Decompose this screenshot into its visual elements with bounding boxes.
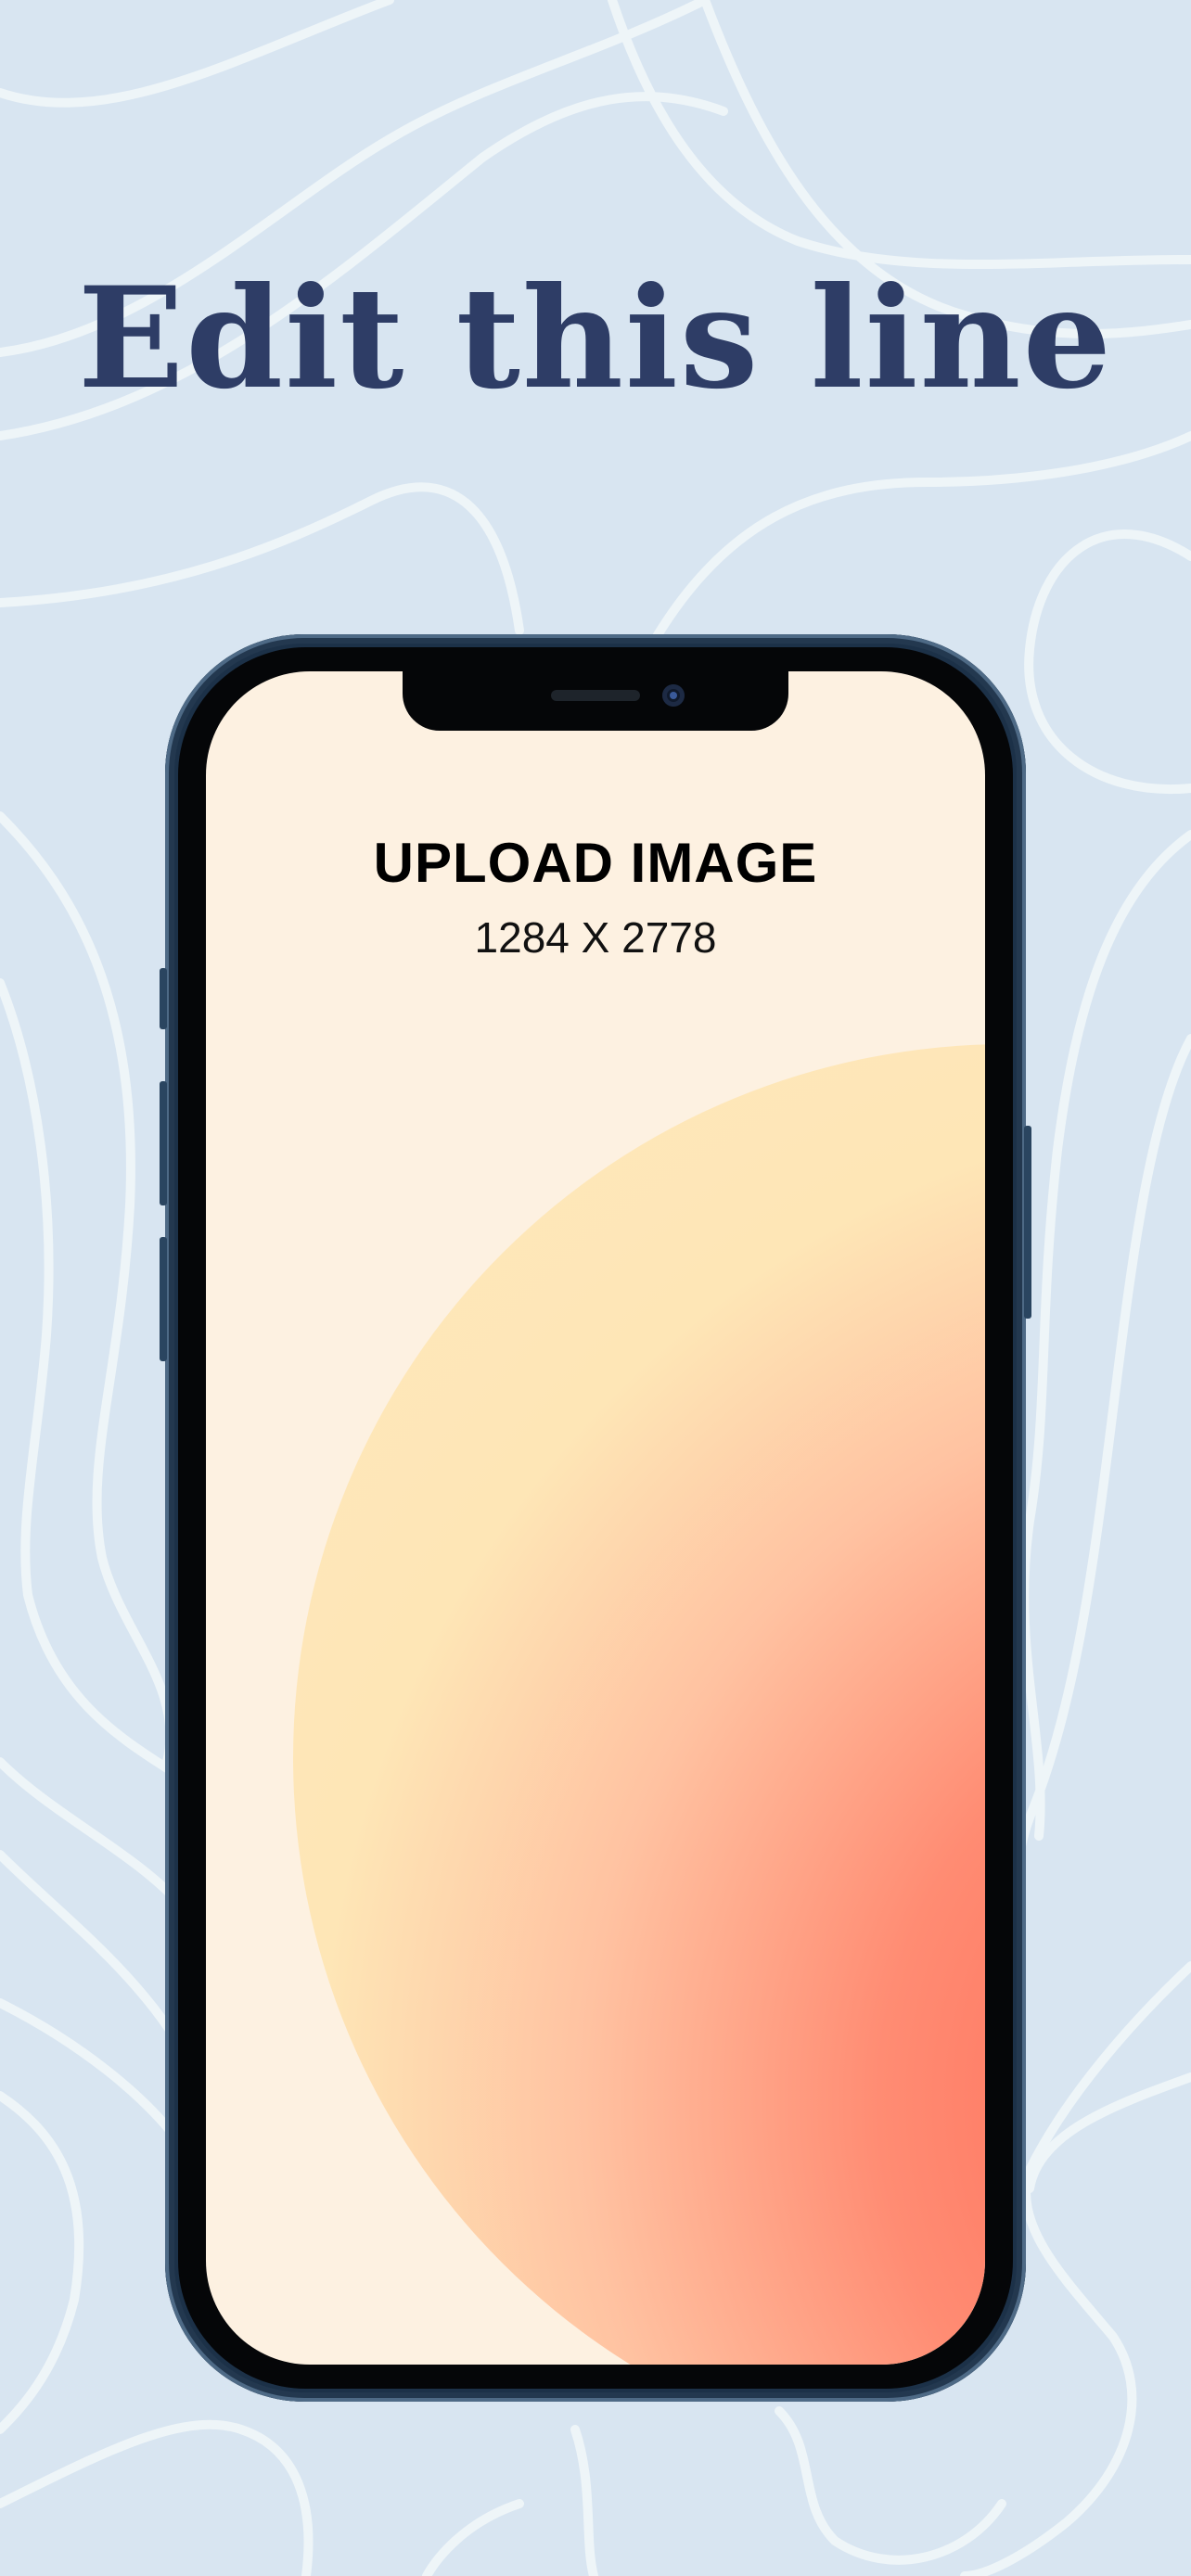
upload-image-label[interactable]: UPLOAD IMAGE [206, 830, 985, 897]
headline-text[interactable]: Edit this line [0, 250, 1191, 427]
volume-down-button [160, 1237, 167, 1361]
silent-switch [160, 968, 167, 1029]
front-camera-icon [662, 684, 685, 707]
volume-up-button [160, 1081, 167, 1205]
upload-image-dimensions: 1284 X 2778 [474, 913, 717, 962]
earpiece-speaker-icon [551, 690, 640, 701]
phone-notch [403, 671, 788, 731]
gradient-wallpaper-blob [293, 1044, 985, 2365]
power-button [1024, 1126, 1031, 1319]
